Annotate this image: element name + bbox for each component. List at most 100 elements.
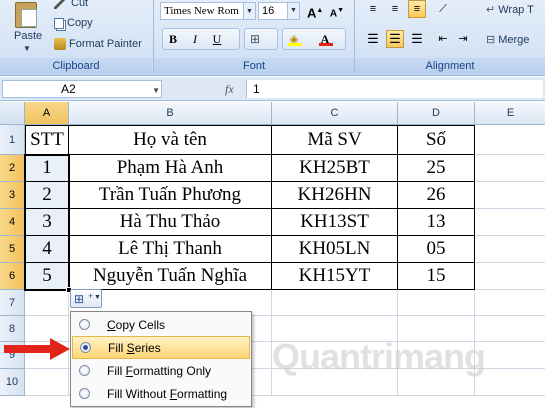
align-right-button[interactable]: ☰: [408, 30, 426, 48]
font-size-dropdown[interactable]: 16 ▼: [258, 2, 300, 20]
cell-c6[interactable]: KH15YT: [272, 263, 398, 290]
copy-button[interactable]: Copy: [54, 17, 93, 29]
cell-c3[interactable]: KH26HN: [272, 182, 398, 209]
cell-b3[interactable]: Trần Tuấn Phương: [69, 182, 272, 209]
name-box[interactable]: A2 ▼: [2, 80, 162, 98]
font-color-button[interactable]: A: [316, 30, 334, 48]
cell-d4[interactable]: 13: [398, 209, 475, 236]
cell-e8[interactable]: [475, 316, 545, 342]
font-name-dropdown[interactable]: Times New Rom ▼: [160, 2, 256, 20]
cell-b4[interactable]: Hà Thu Thảo: [69, 209, 272, 236]
radio-icon[interactable]: [79, 319, 90, 330]
row-header-2[interactable]: 2: [0, 155, 25, 182]
wrap-text-button[interactable]: ↵ Wrap T: [486, 3, 534, 17]
row-header-5[interactable]: 5: [0, 236, 25, 263]
underline-button[interactable]: U: [208, 30, 226, 48]
chevron-down-icon[interactable]: ▼: [243, 3, 255, 19]
cell-e5[interactable]: [475, 236, 545, 263]
italic-button[interactable]: I: [186, 30, 204, 48]
cell-e1[interactable]: [475, 125, 545, 155]
radio-icon[interactable]: [80, 342, 91, 353]
cell-c1[interactable]: Mã SV: [272, 125, 398, 155]
formula-input[interactable]: 1: [246, 80, 543, 98]
borders-button[interactable]: ⊞: [246, 30, 264, 48]
align-left-button[interactable]: ☰: [364, 30, 382, 48]
shrink-font-button[interactable]: A▼: [328, 2, 346, 20]
cell-a3[interactable]: 2: [25, 182, 69, 209]
cut-button[interactable]: Cut: [54, 0, 88, 9]
bold-button[interactable]: B: [164, 30, 182, 48]
cell-a6[interactable]: 5: [25, 263, 69, 290]
row-header-4[interactable]: 4: [0, 209, 25, 236]
cell-e10[interactable]: [475, 369, 545, 396]
label-text: Fill: [107, 363, 126, 378]
radio-icon[interactable]: [79, 388, 90, 399]
cell-a5[interactable]: 4: [25, 236, 69, 263]
grow-font-button[interactable]: A▲: [306, 2, 324, 20]
cell-c7[interactable]: [272, 290, 398, 316]
align-left-icon: ☰: [367, 31, 379, 46]
align-center-button[interactable]: ☰: [386, 30, 404, 48]
autofill-option-3[interactable]: Fill Formatting Only: [72, 359, 250, 382]
increase-indent-button[interactable]: ⇥: [454, 30, 472, 48]
cell-a1[interactable]: STT: [25, 125, 69, 155]
column-header-e[interactable]: E: [475, 102, 545, 125]
cell-d5[interactable]: 05: [398, 236, 475, 263]
copy-label: Copy: [67, 17, 93, 29]
orientation-button[interactable]: ⟋: [434, 0, 452, 18]
paste-button[interactable]: Paste ▼: [4, 0, 50, 56]
cell-c2[interactable]: KH25BT: [272, 155, 398, 182]
cell-e6[interactable]: [475, 263, 545, 290]
cell-d1[interactable]: Số: [398, 125, 475, 155]
column-header-d[interactable]: D: [398, 102, 475, 125]
column-header-b[interactable]: B: [69, 102, 272, 125]
radio-icon[interactable]: [79, 365, 90, 376]
cell-e4[interactable]: [475, 209, 545, 236]
merge-button[interactable]: ⊟ Merge: [486, 33, 529, 47]
row-header-1[interactable]: 1: [0, 125, 25, 155]
autofill-option-label: Fill Series: [108, 341, 161, 355]
cell-b6[interactable]: Nguyễn Tuấn Nghĩa: [69, 263, 272, 290]
cell-e2[interactable]: [475, 155, 545, 182]
cell-e3[interactable]: [475, 182, 545, 209]
row-header-7[interactable]: 7: [0, 290, 25, 316]
cell-d6[interactable]: 15: [398, 263, 475, 290]
cell-e9[interactable]: [475, 342, 545, 369]
cell-a10[interactable]: [25, 369, 69, 396]
chevron-down-icon[interactable]: ▼: [287, 3, 299, 19]
cell-d2[interactable]: 25: [398, 155, 475, 182]
cell-e7[interactable]: [475, 290, 545, 316]
cell-a4[interactable]: 3: [25, 209, 69, 236]
fill-color-button[interactable]: ◈: [285, 30, 303, 48]
cell-b1[interactable]: Họ và tên: [69, 125, 272, 155]
cell-d3[interactable]: 26: [398, 182, 475, 209]
chevron-down-icon[interactable]: ▼: [152, 83, 160, 99]
select-all-button[interactable]: [0, 102, 25, 125]
cell-b5[interactable]: Lê Thị Thanh: [69, 236, 272, 263]
align-middle-button[interactable]: ≡: [386, 0, 404, 18]
column-header-a[interactable]: A: [25, 102, 69, 125]
align-right-icon: ☰: [411, 31, 423, 46]
cell-a7[interactable]: [25, 290, 69, 316]
cell-d7[interactable]: [398, 290, 475, 316]
cell-c4[interactable]: KH13ST: [272, 209, 398, 236]
autofill-options-button[interactable]: ⊞ + ▼: [70, 289, 102, 308]
autofill-icon: ⊞: [74, 292, 85, 306]
format-painter-button[interactable]: Format Painter: [54, 38, 142, 50]
align-bottom-button[interactable]: ≡: [408, 0, 426, 18]
autofill-option-4[interactable]: Fill Without Formatting: [72, 382, 250, 405]
row-header-6[interactable]: 6: [0, 263, 25, 290]
font-name-value: Times New Rom: [164, 5, 239, 17]
alignment-group-label: Alignment: [355, 58, 545, 74]
row-header-10[interactable]: 10: [0, 369, 25, 396]
row-header-3[interactable]: 3: [0, 182, 25, 209]
autofill-option-2[interactable]: Fill Series: [72, 336, 250, 359]
cell-a2[interactable]: 1: [25, 155, 69, 182]
cell-b2[interactable]: Phạm Hà Anh: [69, 155, 272, 182]
insert-function-icon[interactable]: fx: [225, 82, 234, 97]
autofill-option-1[interactable]: Copy Cells: [72, 313, 250, 336]
column-header-c[interactable]: C: [272, 102, 398, 125]
decrease-indent-button[interactable]: ⇤: [434, 30, 452, 48]
align-top-button[interactable]: ≡: [364, 0, 382, 18]
cell-c5[interactable]: KH05LN: [272, 236, 398, 263]
